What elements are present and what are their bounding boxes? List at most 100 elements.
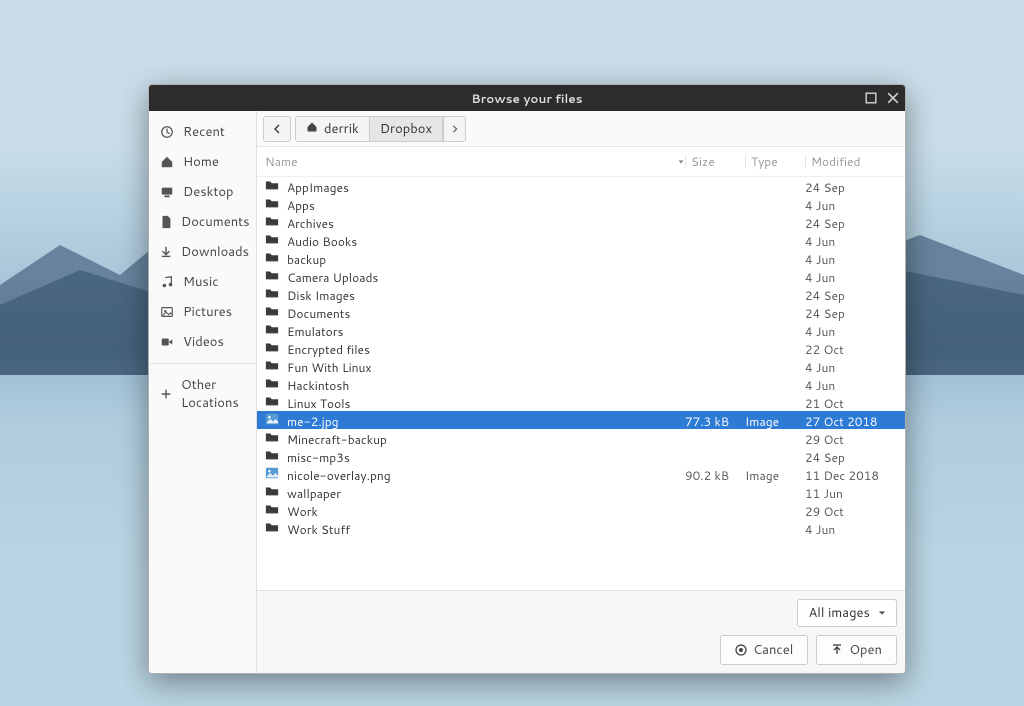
folder-icon: [265, 214, 279, 232]
folder-icon: [265, 286, 279, 304]
sidebar-item-label: Home: [183, 153, 219, 171]
document-icon: [159, 214, 173, 230]
file-row[interactable]: nicole-overlay.png90.2 kBImage11 Dec 201…: [257, 465, 905, 483]
file-type: Image: [745, 413, 805, 430]
file-row[interactable]: Hackintosh 4 Jun: [257, 375, 905, 393]
path-toolbar: derrik Dropbox: [257, 111, 905, 147]
file-name: Disk Images: [287, 287, 355, 304]
file-modified: 11 Jun: [805, 485, 897, 502]
file-name: Work Stuff: [287, 521, 350, 538]
file-row[interactable]: misc-mp3s 24 Sep: [257, 447, 905, 465]
upload-icon: [831, 644, 843, 656]
folder-icon: [265, 394, 279, 412]
file-name: AppImages: [287, 179, 349, 196]
maximize-button[interactable]: [863, 90, 879, 106]
file-name: Hackintosh: [287, 377, 349, 394]
file-name: Documents: [287, 305, 350, 322]
close-button[interactable]: [885, 90, 901, 106]
column-headers: Name Size Type Modified: [257, 147, 905, 177]
folder-icon: [265, 430, 279, 448]
file-modified: 4 Jun: [805, 233, 897, 250]
sidebar-item-home[interactable]: Home: [149, 147, 256, 177]
file-modified: 24 Sep: [805, 305, 897, 322]
breadcrumb-overflow-button[interactable]: [443, 117, 465, 141]
breadcrumb-label: derrik: [324, 120, 359, 138]
file-row[interactable]: Minecraft-backup29 Oct: [257, 429, 905, 447]
sidebar-item-videos[interactable]: Videos: [149, 327, 256, 357]
file-type-filter[interactable]: All images: [797, 599, 897, 627]
file-modified: 24 Sep: [805, 287, 897, 304]
file-name: Linux Tools: [287, 395, 350, 412]
file-row[interactable]: Work Stuff 4 Jun: [257, 519, 905, 537]
sidebar-item-label: Desktop: [183, 183, 234, 201]
sidebar-separator: [149, 363, 256, 364]
sidebar-item-recent[interactable]: Recent: [149, 117, 256, 147]
breadcrumb-label: Dropbox: [380, 120, 432, 138]
column-name[interactable]: Name: [265, 153, 685, 170]
sort-indicator-icon: [677, 153, 685, 170]
file-row[interactable]: Emulators4 Jun: [257, 321, 905, 339]
sidebar-item-desktop[interactable]: Desktop: [149, 177, 256, 207]
file-name: Emulators: [287, 323, 343, 340]
file-row[interactable]: backup4 Jun: [257, 249, 905, 267]
file-name: misc-mp3s: [287, 449, 350, 466]
folder-icon: [265, 232, 279, 250]
file-row[interactable]: Archives24 Sep: [257, 213, 905, 231]
file-modified: 4 Jun: [805, 521, 897, 538]
file-row[interactable]: Encrypted files22 Oct: [257, 339, 905, 357]
sidebar-item-label: Documents: [181, 213, 250, 231]
sidebar-item-label: Pictures: [183, 303, 232, 321]
home-icon: [306, 120, 318, 138]
back-button[interactable]: [263, 116, 291, 142]
folder-icon: [265, 268, 279, 286]
file-modified: 27 Oct 2018: [805, 413, 897, 430]
column-type[interactable]: Type: [745, 153, 805, 170]
file-list[interactable]: Name Size Type Modified AppImages24 SepA…: [257, 147, 905, 590]
file-row[interactable]: Disk Images 24 Sep: [257, 285, 905, 303]
pictures-icon: [159, 304, 175, 320]
file-row[interactable]: Work 29 Oct: [257, 501, 905, 519]
file-row[interactable]: wallpaper 11 Jun: [257, 483, 905, 501]
sidebar-item-documents[interactable]: Documents: [149, 207, 256, 237]
image-icon: [265, 412, 279, 430]
file-name: Work: [287, 503, 318, 520]
folder-icon: [265, 340, 279, 358]
sidebar-item-downloads[interactable]: Downloads: [149, 237, 256, 267]
file-row[interactable]: AppImages24 Sep: [257, 177, 905, 195]
breadcrumb: derrik Dropbox: [295, 116, 466, 142]
file-modified: 4 Jun: [805, 377, 897, 394]
file-row[interactable]: Camera Uploads4 Jun: [257, 267, 905, 285]
cancel-button[interactable]: Cancel: [720, 635, 808, 665]
file-modified: 21 Oct: [805, 395, 897, 412]
open-button[interactable]: Open: [816, 635, 897, 665]
file-row[interactable]: Documents 24 Sep: [257, 303, 905, 321]
file-name: Apps: [287, 197, 315, 214]
breadcrumb-segment[interactable]: Dropbox: [370, 117, 443, 141]
breadcrumb-segment[interactable]: derrik: [296, 117, 370, 141]
file-row[interactable]: Fun With Linux4 Jun: [257, 357, 905, 375]
file-modified: 29 Oct: [805, 503, 897, 520]
plus-icon: [159, 386, 173, 402]
file-modified: 24 Sep: [805, 449, 897, 466]
folder-icon: [265, 304, 279, 322]
file-row[interactable]: Linux Tools 21 Oct: [257, 393, 905, 411]
file-name: Camera Uploads: [287, 269, 378, 286]
sidebar-item-label: Other Locations: [181, 376, 246, 412]
folder-icon: [265, 250, 279, 268]
file-name: backup: [287, 251, 326, 268]
file-row[interactable]: me-2.jpg77.3 kBImage27 Oct 2018: [257, 411, 905, 429]
folder-icon: [265, 196, 279, 214]
sidebar-item-other-locations[interactable]: Other Locations: [149, 370, 256, 418]
sidebar-item-pictures[interactable]: Pictures: [149, 297, 256, 327]
column-size[interactable]: Size: [685, 153, 745, 170]
column-modified[interactable]: Modified: [805, 153, 897, 170]
file-name: wallpaper: [287, 485, 341, 502]
clock-icon: [159, 124, 175, 140]
file-row[interactable]: Audio Books4 Jun: [257, 231, 905, 249]
cancel-icon: [735, 644, 747, 656]
file-row[interactable]: Apps4 Jun: [257, 195, 905, 213]
sidebar-item-music[interactable]: Music: [149, 267, 256, 297]
folder-icon: [265, 520, 279, 538]
chevron-down-icon: [878, 609, 886, 617]
folder-icon: [265, 484, 279, 502]
